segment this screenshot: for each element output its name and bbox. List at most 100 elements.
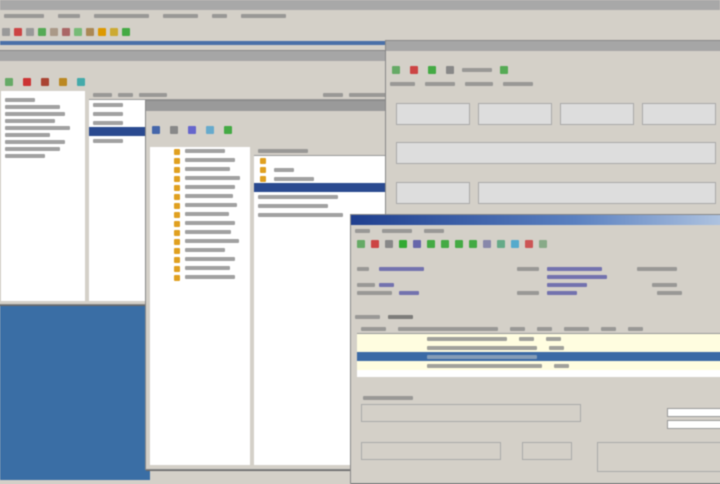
arrow-icon[interactable] (469, 240, 477, 248)
form-field[interactable] (642, 103, 716, 125)
table-row[interactable] (357, 343, 720, 352)
form-field[interactable] (478, 181, 716, 204)
list-item[interactable] (254, 165, 386, 174)
form-field[interactable] (361, 404, 581, 422)
app-menu-bar[interactable] (0, 11, 720, 20)
doc-icon[interactable] (26, 28, 34, 36)
doc-icon[interactable] (497, 240, 505, 248)
window-title-bar[interactable] (351, 215, 720, 225)
doc-icon[interactable] (74, 28, 82, 36)
add-icon[interactable] (428, 66, 436, 74)
arrow-icon[interactable] (441, 240, 449, 248)
add-icon[interactable] (399, 240, 407, 248)
document-toolbar[interactable] (351, 237, 720, 251)
window-title-bar[interactable] (146, 101, 387, 111)
folder-icon (174, 167, 180, 173)
document-window (350, 214, 720, 484)
document-tabs[interactable] (351, 311, 720, 323)
folder-icon (174, 275, 180, 281)
doc-icon[interactable] (152, 126, 160, 134)
card-toolbar[interactable] (386, 63, 720, 77)
print-icon[interactable] (86, 28, 94, 36)
folder-icon[interactable] (98, 28, 106, 36)
folder-icon[interactable] (110, 28, 118, 36)
list-item[interactable] (254, 201, 386, 210)
doc-icon[interactable] (50, 28, 58, 36)
delete-icon[interactable] (525, 240, 533, 248)
form-field[interactable] (478, 103, 552, 125)
form-field[interactable] (396, 181, 470, 204)
document-menu-bar[interactable] (351, 225, 720, 237)
app-toolbar[interactable] (0, 25, 240, 39)
folder-icon (174, 221, 180, 227)
window-title-bar[interactable] (386, 41, 720, 51)
list-item[interactable] (254, 156, 386, 165)
list-item[interactable] (254, 183, 386, 192)
form-field[interactable] (667, 408, 720, 417)
delete-icon[interactable] (371, 240, 379, 248)
doc-icon[interactable] (483, 240, 491, 248)
form-field[interactable] (597, 442, 720, 472)
doc-icon[interactable] (446, 66, 454, 74)
delete-icon[interactable] (14, 28, 22, 36)
ok-icon[interactable] (500, 66, 508, 74)
folder-icon (174, 203, 180, 209)
folder-icon[interactable] (77, 78, 85, 86)
list-item[interactable] (254, 192, 386, 201)
folder-icon (174, 149, 180, 155)
doc-icon[interactable] (511, 240, 519, 248)
doc-icon[interactable] (2, 28, 10, 36)
list-item[interactable] (254, 174, 386, 183)
form-field[interactable] (396, 103, 470, 125)
delete-icon[interactable] (410, 66, 418, 74)
doc-icon[interactable] (5, 78, 13, 86)
table-row[interactable] (357, 334, 720, 343)
doc-icon[interactable] (188, 126, 196, 134)
ok-icon[interactable] (224, 126, 232, 134)
doc-icon[interactable] (206, 126, 214, 134)
folder-icon[interactable] (41, 78, 49, 86)
document-footer-fields (357, 390, 720, 480)
doc-icon[interactable] (413, 240, 421, 248)
desktop (0, 305, 150, 480)
add-icon[interactable] (38, 28, 46, 36)
arrow-icon[interactable] (455, 240, 463, 248)
folder-icon (174, 158, 180, 164)
doc-icon[interactable] (392, 66, 400, 74)
folder-icon (174, 194, 180, 200)
item-card-window (385, 40, 720, 220)
delete-icon[interactable] (23, 78, 31, 86)
arrow-icon[interactable] (427, 240, 435, 248)
card-tabs[interactable] (386, 77, 720, 90)
folder-icon (260, 157, 266, 164)
doc-icon[interactable] (385, 240, 393, 248)
doc-icon[interactable] (357, 240, 365, 248)
catalog-tree[interactable] (150, 147, 250, 465)
doc-icon[interactable] (539, 240, 547, 248)
folder-icon[interactable] (170, 126, 178, 134)
journal-toolbar[interactable] (0, 75, 387, 89)
journal-folder-list[interactable] (1, 91, 85, 301)
table-row[interactable] (357, 352, 720, 361)
window-title-bar[interactable] (0, 51, 387, 61)
form-field[interactable] (667, 420, 720, 429)
folder-icon (174, 212, 180, 218)
table-row[interactable] (357, 361, 720, 370)
folder-icon[interactable] (59, 78, 67, 86)
folder-icon (260, 175, 266, 182)
folder-icon (174, 185, 180, 191)
folder-icon (174, 176, 180, 182)
folder-icon (174, 230, 180, 236)
form-field[interactable] (396, 142, 716, 165)
ok-icon[interactable] (122, 28, 130, 36)
document-header-fields (357, 265, 717, 305)
app-title-bar (0, 0, 720, 10)
catalog-toolbar[interactable] (146, 123, 387, 137)
form-field[interactable] (361, 442, 501, 460)
form-field[interactable] (522, 442, 572, 460)
document-table[interactable] (357, 325, 720, 377)
folder-icon[interactable] (62, 28, 70, 36)
form-field[interactable] (560, 103, 634, 125)
folder-icon (174, 266, 180, 272)
folder-icon (174, 239, 180, 245)
